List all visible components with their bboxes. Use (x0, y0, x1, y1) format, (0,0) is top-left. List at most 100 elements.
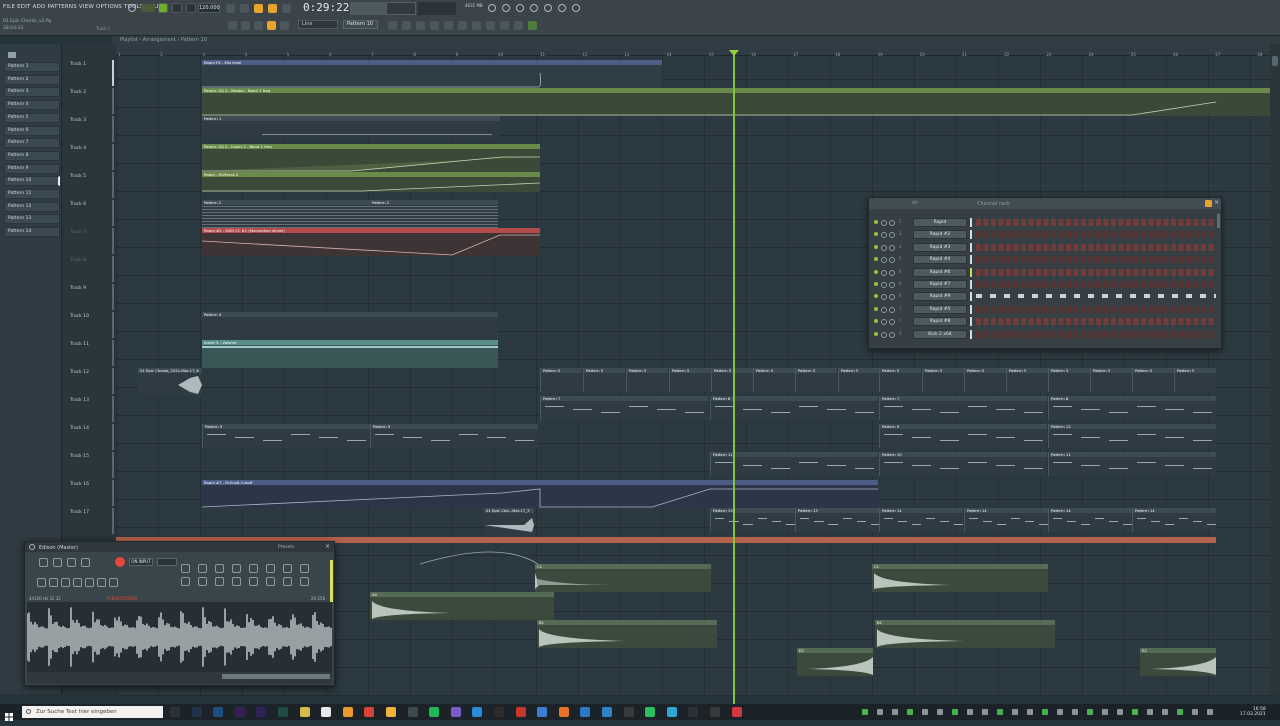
premiere-icon[interactable] (234, 707, 245, 717)
project-info-icon[interactable] (430, 21, 439, 30)
tray-icon[interactable] (1147, 709, 1153, 715)
pattern-item[interactable]: Pattern 12 (4, 201, 60, 212)
track-mute-strip[interactable] (112, 116, 114, 142)
transport-icon[interactable] (198, 564, 207, 573)
media-icon[interactable] (688, 707, 699, 717)
input-select[interactable] (157, 558, 177, 566)
automation-clip[interactable]: Insert 5 - Volume (202, 340, 498, 368)
noise-icon[interactable] (266, 577, 275, 586)
snap-selector[interactable]: Line (298, 20, 338, 29)
metronome-icon[interactable] (128, 4, 136, 12)
pan-knob-icon[interactable] (881, 244, 887, 251)
channel-mute-led[interactable] (874, 306, 878, 311)
pattern-item[interactable]: Pattern 14 (4, 227, 60, 238)
menu-item-edit[interactable]: EDIT (17, 4, 31, 10)
channel-name-button[interactable]: Kick 2 x64 (913, 329, 967, 339)
track-mute-strip[interactable] (112, 144, 114, 170)
audio-clip[interactable]: 01 Epic Chords_2021-Mar-17_6 (138, 368, 202, 396)
plugin-picker-icon[interactable] (544, 4, 552, 12)
wave-tool-icon[interactable] (283, 564, 292, 573)
track-mute-strip[interactable] (112, 172, 114, 198)
audition-icon[interactable] (278, 707, 288, 717)
chart-icon[interactable] (232, 564, 241, 573)
menu-item-view[interactable]: VIEW (79, 4, 94, 10)
edison-titlebar[interactable]: Edison (Master) Presets × (25, 542, 334, 552)
track-mute-strip[interactable] (112, 228, 114, 254)
step-sequencer-buttons[interactable] (976, 231, 1216, 239)
reverse-icon[interactable] (198, 577, 207, 586)
channel-name-button[interactable]: Rapid #3 (913, 242, 967, 252)
stop-icon[interactable] (81, 558, 90, 567)
tray-icon[interactable] (1087, 709, 1093, 715)
channel-name-button[interactable]: Rapid #2 (913, 230, 967, 240)
track-header-8[interactable]: Track 8 (70, 258, 86, 263)
firefox-icon[interactable] (558, 707, 569, 717)
ramp-icon[interactable] (249, 564, 258, 573)
pattern-clip[interactable]: Pattern 2 (370, 200, 498, 228)
track-header-7[interactable]: Track 7 (70, 230, 86, 235)
track-header-17[interactable]: Track 17 (70, 510, 89, 515)
pattern-item[interactable]: Pattern 5 (4, 112, 60, 123)
align-icon[interactable] (300, 564, 309, 573)
taskbar-clock[interactable]: 16:58 17.03.2021 (1240, 707, 1266, 717)
pan-knob-icon[interactable] (881, 220, 887, 226)
audio-clip[interactable]: E2 (1140, 648, 1216, 676)
pattern-clip[interactable]: Pattern 13 (795, 508, 880, 532)
mail-icon[interactable] (580, 707, 591, 717)
channel-select-led[interactable] (970, 329, 972, 339)
denoise-icon[interactable] (215, 577, 224, 586)
channel-name-button[interactable]: Rapid #9 (913, 292, 967, 302)
zoom-tool-icon[interactable] (528, 21, 537, 30)
pan-knob-icon[interactable] (881, 331, 887, 338)
channel-select-led[interactable] (970, 317, 972, 327)
automation-clip[interactable]: Rapid #2 - MIDI CC #1 (Modulation wheel) (202, 228, 540, 256)
pan-knob-icon[interactable] (881, 306, 887, 313)
tray-icon[interactable] (1117, 709, 1123, 715)
typing-keyboard-icon[interactable] (226, 4, 235, 13)
tray-icon[interactable] (997, 709, 1003, 715)
track-mute-strip[interactable] (112, 424, 114, 450)
pattern-selector[interactable]: Pattern 10 (343, 20, 378, 29)
pattern-song-toggle[interactable] (141, 4, 155, 12)
aftereffects-icon[interactable] (256, 707, 267, 717)
pattern-item[interactable]: Pattern 13 (4, 214, 60, 225)
pattern-clip[interactable]: Pattern 8 (1048, 396, 1216, 420)
pan-knob-icon[interactable] (881, 232, 887, 239)
blur-icon[interactable] (215, 564, 224, 573)
pan-knob-icon[interactable] (881, 294, 887, 301)
render-icon[interactable] (516, 4, 524, 12)
mixer-track-number[interactable]: 9 (899, 331, 902, 336)
save-icon[interactable] (37, 578, 46, 587)
visual-studio-icon[interactable] (450, 707, 461, 717)
channel-select-led[interactable] (970, 242, 972, 252)
pattern-clip[interactable]: Pattern 14 (1132, 508, 1216, 532)
pattern-clip[interactable]: Pattern 5 (922, 368, 964, 392)
play-button[interactable] (158, 3, 168, 13)
store-icon[interactable] (623, 707, 634, 717)
channel-filter[interactable]: All (912, 201, 918, 206)
pattern-clip[interactable]: Pattern 5 (838, 368, 880, 392)
channel-name-button[interactable]: Rapid #7 (913, 280, 967, 289)
track-header-13[interactable]: Track 13 (70, 398, 89, 403)
pattern-item[interactable]: Pattern 8 (4, 150, 60, 161)
step-sequencer-buttons[interactable] (976, 268, 1216, 276)
pattern-clip[interactable]: Pattern 10 (879, 452, 1047, 476)
pattern-clip[interactable]: Pattern 2 (202, 200, 370, 228)
tray-icon[interactable] (862, 709, 868, 715)
automation-clip[interactable]: Rapid FX - Mix level (202, 60, 662, 88)
export-icon[interactable] (300, 577, 309, 586)
track-header-12[interactable]: Track 12 (70, 370, 89, 375)
track-header-6[interactable]: Track 6 (70, 202, 86, 207)
track-mute-strip[interactable] (112, 284, 114, 310)
marker-icon[interactable] (97, 578, 106, 587)
piano-roll-icon[interactable] (228, 21, 237, 30)
pattern-item[interactable]: Pattern 7 (4, 138, 60, 149)
pattern-clip[interactable]: Pattern 7 (540, 396, 708, 420)
plugin-options-icon[interactable] (29, 544, 35, 550)
tray-icon[interactable] (967, 709, 973, 715)
audio-clip[interactable]: B1 (537, 620, 717, 648)
track-header-5[interactable]: Track 5 (70, 174, 86, 179)
track-mute-strip[interactable] (112, 256, 114, 282)
track-mute-strip[interactable] (112, 396, 114, 422)
channel-name-button[interactable]: Rapid #6 (913, 267, 967, 277)
